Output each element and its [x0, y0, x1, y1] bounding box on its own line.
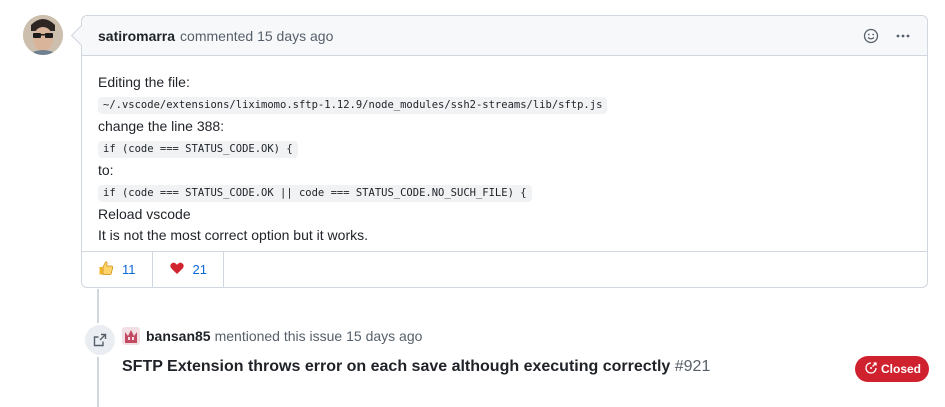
comment-timestamp[interactable]: commented 15 days ago	[180, 28, 333, 44]
status-label: Closed	[881, 362, 922, 376]
body-text: change the line 388:	[98, 118, 225, 134]
comment-body: Editing the file: ~/.vscode/extensions/l…	[82, 56, 927, 254]
code-snippet: ~/.vscode/extensions/liximomo.sftp-1.12.…	[98, 97, 608, 114]
reaction-thumbs-up[interactable]: 11	[82, 252, 153, 287]
issue-link[interactable]: SFTP Extension throws error on each save…	[122, 358, 710, 376]
mention-action: mentioned this issue 15 days ago	[214, 328, 423, 344]
comment-box: satiromarra commented 15 days ago Editin…	[81, 15, 928, 288]
body-text: to:	[98, 162, 114, 178]
smiley-icon[interactable]	[861, 26, 881, 46]
body-text: Reload vscode	[98, 206, 191, 222]
status-badge: Closed	[855, 356, 929, 382]
avatar[interactable]	[122, 327, 140, 345]
avatar[interactable]	[23, 15, 63, 55]
reaction-heart[interactable]: 21	[153, 252, 224, 287]
thumbs-up-icon	[98, 260, 114, 279]
kebab-menu-icon[interactable]	[893, 26, 913, 46]
mention-author[interactable]: bansan85	[146, 328, 211, 344]
reaction-count: 21	[192, 262, 207, 277]
heart-icon	[169, 260, 185, 279]
comment-author[interactable]: satiromarra	[98, 28, 175, 44]
issue-number[interactable]: #921	[675, 358, 711, 375]
mention-line: bansan85 mentioned this issue 15 days ag…	[122, 327, 422, 345]
body-text: Editing the file:	[98, 74, 190, 90]
code-snippet: if (code === STATUS_CODE.OK || code === …	[98, 185, 532, 202]
cross-reference-icon	[83, 323, 117, 357]
code-snippet: if (code === STATUS_CODE.OK) {	[98, 141, 298, 158]
issue-closed-icon	[865, 361, 877, 377]
reactions-bar: 11 21	[82, 251, 927, 287]
reaction-count: 11	[122, 262, 136, 277]
comment-header: satiromarra commented 15 days ago	[82, 16, 927, 56]
issue-title[interactable]: SFTP Extension throws error on each save…	[122, 358, 670, 375]
body-text: It is not the most correct option but it…	[98, 227, 368, 243]
